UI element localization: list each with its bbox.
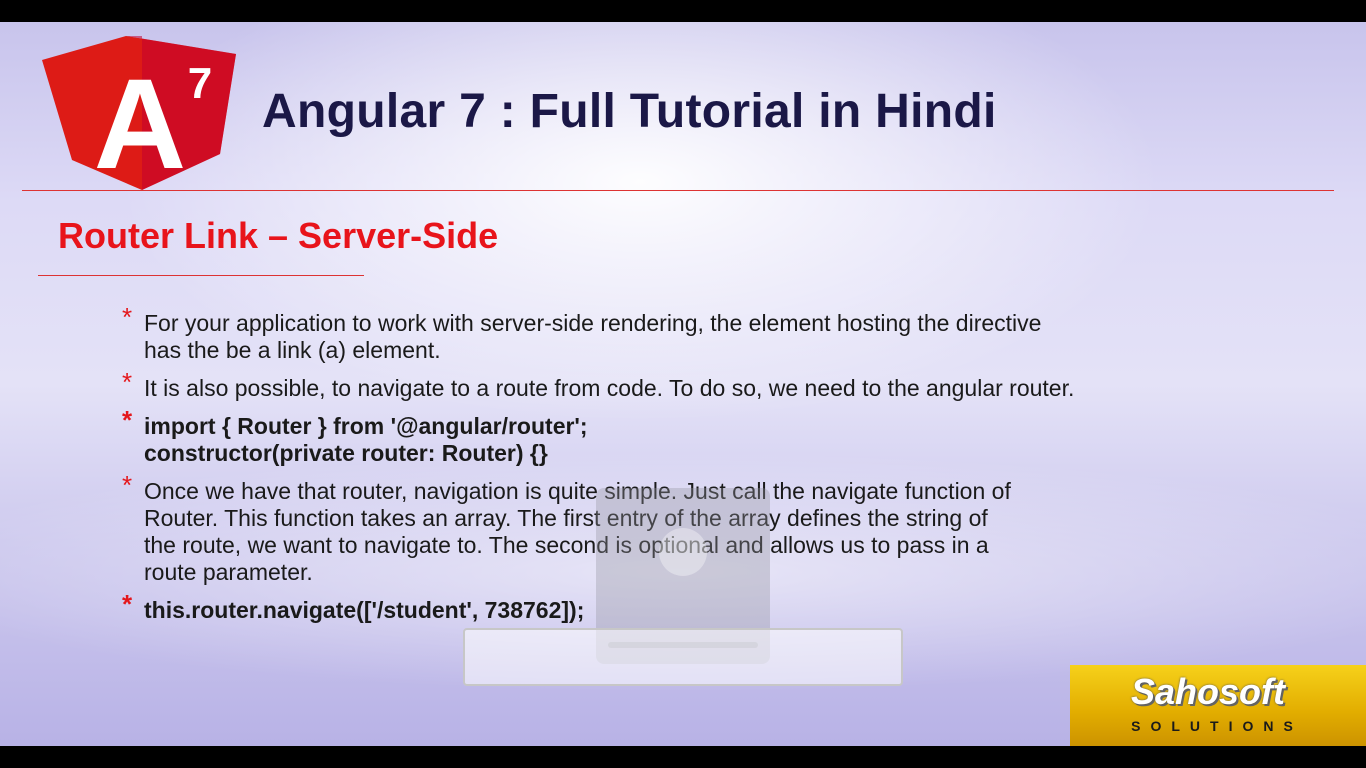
- section-underline: [38, 275, 364, 276]
- bullet-item: * For your application to work with serv…: [120, 304, 1330, 364]
- brightness-icon: [659, 528, 707, 576]
- bullet-item-code: * import { Router } from '@angular/route…: [120, 407, 1330, 467]
- bullet-text: For your application to work with server…: [144, 310, 1042, 336]
- caption-box: [463, 628, 903, 686]
- bullet-marker: *: [122, 302, 133, 332]
- header-divider: [22, 190, 1334, 191]
- logo-letter: A: [94, 53, 186, 192]
- code-line: import { Router } from '@angular/router'…: [144, 413, 588, 439]
- brand-tagline: SOLUTIONS: [1131, 718, 1303, 734]
- letterbox-bottom: [0, 746, 1366, 768]
- angular-logo-icon: A 7: [42, 36, 236, 192]
- section-title: Router Link – Server-Side: [58, 215, 499, 256]
- bullet-marker: *: [122, 367, 133, 397]
- logo-superscript: 7: [188, 59, 212, 108]
- bullet-text: It is also possible, to navigate to a ro…: [144, 375, 1075, 401]
- sahosoft-logo: Sahosoft SOLUTIONS: [1070, 665, 1366, 746]
- bullet-marker: *: [122, 470, 133, 500]
- bullet-marker: *: [122, 589, 133, 619]
- bullet-item: * It is also possible, to navigate to a …: [120, 369, 1330, 402]
- letterbox-top: [0, 0, 1366, 22]
- slide: A 7 Angular 7 : Full Tutorial in Hindi R…: [0, 22, 1366, 746]
- code-line: constructor(private router: Router) {}: [144, 440, 548, 466]
- bullet-marker: *: [122, 405, 133, 435]
- slide-title: Angular 7 : Full Tutorial in Hindi: [262, 85, 997, 138]
- bullet-text: has the be a link (a) element.: [144, 337, 441, 363]
- brand-name: Sahosoft: [1130, 671, 1285, 712]
